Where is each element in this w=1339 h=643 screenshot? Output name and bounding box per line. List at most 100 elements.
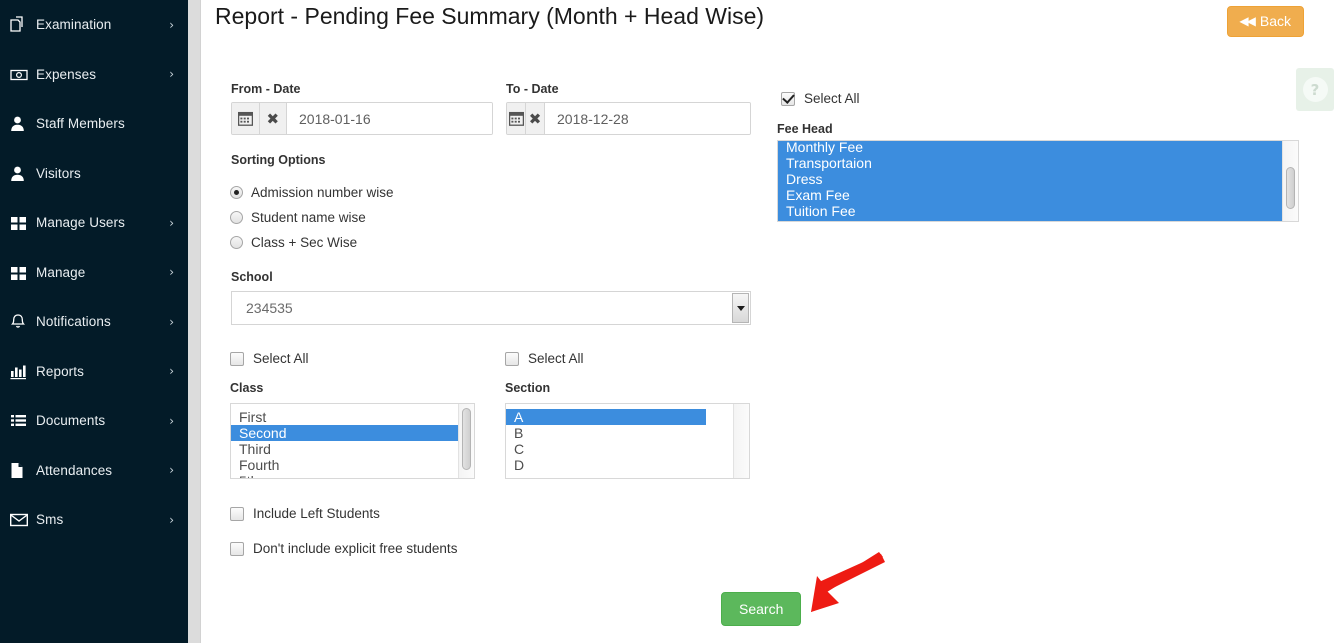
list-item[interactable]: Second: [231, 425, 458, 441]
checkbox-indicator: [230, 541, 244, 556]
scrollbar-thumb[interactable]: [1286, 167, 1295, 209]
radio-indicator: [230, 186, 243, 199]
section-select-all[interactable]: Select All: [505, 351, 584, 366]
class-scrollbar[interactable]: [458, 404, 474, 478]
sidebar-item-expenses[interactable]: Expenses ›: [0, 50, 188, 100]
help-widget[interactable]: ?: [1296, 68, 1334, 111]
sidebar-item-documents[interactable]: Documents ›: [0, 396, 188, 446]
sidebar-item-label: Manage: [36, 264, 86, 280]
list-item[interactable]: B: [506, 425, 733, 441]
sidebar-item-manage-users[interactable]: Manage Users ›: [0, 198, 188, 248]
list-item[interactable]: Monthly Fee: [778, 141, 1282, 155]
radio-class-sec-wise[interactable]: Class + Sec Wise: [230, 235, 357, 250]
checkbox-indicator: [505, 351, 519, 366]
section-listbox[interactable]: A B C D: [505, 403, 750, 479]
include-left-students-label: Include Left Students: [253, 506, 380, 521]
main-content: Report - Pending Fee Summary (Month + He…: [201, 0, 1339, 643]
to-date-input[interactable]: [545, 103, 750, 134]
back-button[interactable]: ◀◀ Back: [1227, 6, 1304, 37]
envelope-icon: [10, 513, 36, 527]
search-button[interactable]: Search: [721, 592, 802, 626]
from-date-group: ✖: [231, 102, 493, 135]
user-icon: [10, 115, 36, 132]
sidebar-item-label: Reports: [36, 363, 84, 379]
class-options: First Second Third Fourth 5th: [231, 404, 458, 478]
radio-admission-number-wise[interactable]: Admission number wise: [230, 185, 394, 200]
class-select-all[interactable]: Select All: [230, 351, 309, 366]
checkbox-indicator: [781, 91, 795, 106]
section-options: A B C D: [506, 404, 733, 478]
from-date-label: From - Date: [231, 82, 301, 96]
user-icon: [10, 165, 36, 182]
money-icon: [10, 66, 36, 83]
sidebar-item-visitors[interactable]: Visitors: [0, 149, 188, 199]
list-item[interactable]: Tuition Fee: [778, 203, 1282, 219]
include-left-students-checkbox[interactable]: Include Left Students: [230, 506, 380, 521]
sidebar-item-label: Notifications: [36, 314, 111, 330]
section-scrollbar[interactable]: [733, 404, 749, 478]
from-date-input[interactable]: [287, 103, 492, 134]
page-scrollbar[interactable]: [188, 0, 201, 643]
back-button-label: Back: [1259, 13, 1291, 29]
question-mark-icon: ?: [1302, 77, 1328, 102]
chevron-right-icon: ›: [169, 512, 174, 527]
bar-chart-icon: [10, 363, 36, 380]
sidebar-item-label: Visitors: [36, 165, 81, 181]
checkbox-indicator: [230, 351, 244, 366]
fee-head-label: Fee Head: [777, 122, 833, 136]
copy-icon: [10, 16, 36, 33]
sidebar-item-reports[interactable]: Reports ›: [0, 347, 188, 397]
list-item[interactable]: A: [506, 409, 706, 425]
list-item[interactable]: Exam Fee: [778, 187, 1282, 203]
radio-indicator: [230, 211, 243, 224]
page-title: Report - Pending Fee Summary (Month + He…: [215, 3, 765, 29]
scrollbar-thumb[interactable]: [462, 408, 471, 470]
radio-label: Class + Sec Wise: [251, 235, 358, 250]
fee-head-listbox[interactable]: Monthly Fee Transportaion Dress Exam Fee…: [777, 140, 1299, 222]
sidebar-item-label: Manage Users: [36, 215, 125, 231]
section-select-all-label: Select All: [528, 351, 584, 366]
sidebar-item-examination[interactable]: Examination ›: [0, 0, 188, 50]
exclude-free-students-checkbox[interactable]: Don't include explicit free students: [230, 541, 457, 556]
to-date-group: ✖: [506, 102, 751, 135]
radio-student-name-wise[interactable]: Student name wise: [230, 210, 366, 225]
sidebar-item-staff-members[interactable]: Staff Members: [0, 99, 188, 149]
section-label: Section: [505, 381, 551, 395]
sidebar-item-attendances[interactable]: Attendances ›: [0, 446, 188, 496]
calendar-icon[interactable]: [232, 103, 260, 134]
fee-head-select-all[interactable]: Select All: [781, 91, 860, 106]
sidebar-item-label: Sms: [36, 512, 64, 528]
grid-icon: [10, 214, 36, 231]
radio-label: Admission number wise: [251, 185, 394, 200]
sidebar-item-notifications[interactable]: Notifications ›: [0, 297, 188, 347]
list-item[interactable]: 5th: [231, 473, 458, 478]
sidebar-item-sms[interactable]: Sms ›: [0, 495, 188, 545]
class-listbox[interactable]: First Second Third Fourth 5th: [230, 403, 475, 479]
list-item[interactable]: Fourth: [231, 457, 458, 473]
app-root: Examination › Expenses › Staff Members V…: [0, 0, 1339, 643]
calendar-icon[interactable]: [507, 103, 526, 134]
school-label: School: [231, 270, 273, 284]
list-item[interactable]: First: [231, 409, 458, 425]
sidebar-item-manage[interactable]: Manage ›: [0, 248, 188, 298]
checkbox-indicator: [230, 506, 244, 521]
chevron-right-icon: ›: [169, 67, 174, 82]
list-item[interactable]: Transportaion: [778, 155, 1282, 171]
sidebar-item-label: Documents: [36, 413, 106, 429]
clear-to-date-icon[interactable]: ✖: [526, 103, 545, 134]
chevron-down-icon: [732, 293, 749, 323]
exclude-free-students-label: Don't include explicit free students: [253, 541, 458, 556]
clear-from-date-icon[interactable]: ✖: [259, 103, 287, 134]
chevron-right-icon: ›: [169, 265, 174, 280]
list-item[interactable]: Third: [231, 441, 458, 457]
list-item[interactable]: D: [506, 457, 733, 473]
chevron-right-icon: ›: [169, 314, 174, 329]
list-item[interactable]: C: [506, 441, 733, 457]
fee-head-options: Monthly Fee Transportaion Dress Exam Fee…: [778, 141, 1282, 221]
school-select[interactable]: 234535: [231, 291, 751, 325]
fee-head-scrollbar[interactable]: [1282, 141, 1298, 221]
class-label: Class: [230, 381, 264, 395]
list-item[interactable]: Dress: [778, 171, 1282, 187]
radio-indicator: [230, 236, 243, 249]
chevron-right-icon: ›: [169, 463, 174, 478]
